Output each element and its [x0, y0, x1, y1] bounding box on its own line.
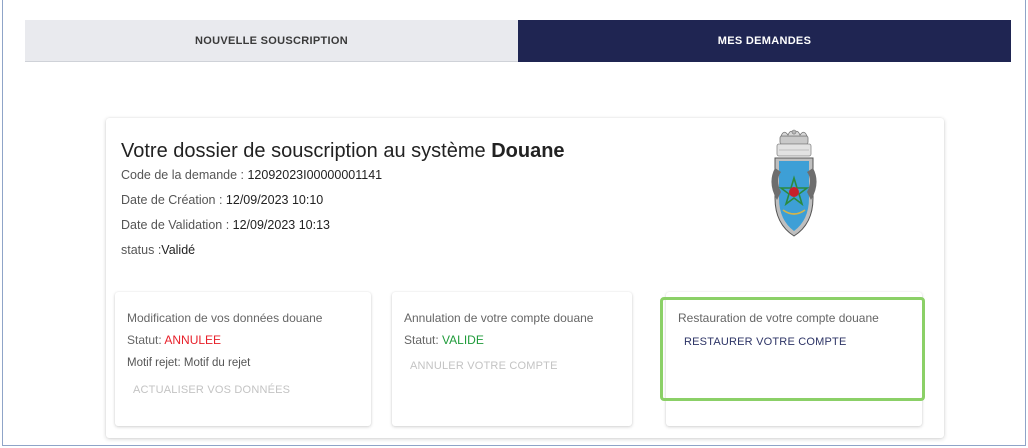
modification-reject-reason: Motif rejet: Motif du rejet	[127, 357, 250, 369]
modification-card-title: Modification de vos données douane	[127, 311, 323, 325]
status-line: status :Validé	[121, 243, 195, 257]
dossier-card: Votre dossier de souscription au système…	[106, 118, 944, 438]
status-value: Validé	[161, 243, 196, 257]
restoration-card: Restauration de votre compte douane REST…	[666, 292, 922, 426]
cancel-account-button[interactable]: ANNULER VOTRE COMPTE	[410, 360, 558, 372]
cancellation-status-label: Statut:	[404, 333, 443, 347]
validation-date-line: Date de Validation : 12/09/2023 10:13	[121, 218, 330, 232]
modification-status-value: ANNULEE	[164, 333, 222, 347]
dossier-title: Votre dossier de souscription au système…	[121, 140, 565, 163]
cancellation-status: Statut: VALIDE	[404, 333, 484, 347]
creation-date-line: Date de Création : 12/09/2023 10:10	[121, 193, 323, 207]
cancellation-status-value: VALIDE	[442, 333, 484, 347]
dossier-title-system: Douane	[491, 140, 565, 162]
request-code-line: Code de la demande : 12092023I0000000114…	[121, 168, 382, 182]
tab-bar: NOUVELLE SOUSCRIPTION MES DEMANDES	[25, 20, 1011, 62]
request-code-label: Code de la demande :	[121, 168, 248, 182]
status-label: status :	[121, 243, 162, 257]
validation-date-label: Date de Validation :	[121, 218, 233, 232]
update-data-button[interactable]: ACTUALISER VOS DONNÉES	[133, 384, 290, 396]
reject-reason-value: Motif du rejet	[183, 357, 251, 369]
validation-date-value: 12/09/2023 10:13	[232, 218, 330, 232]
dossier-title-prefix: Votre dossier de souscription au système	[121, 140, 486, 162]
tab-new-subscription[interactable]: NOUVELLE SOUSCRIPTION	[25, 20, 518, 62]
request-code-value: 12092023I00000001141	[247, 168, 383, 182]
modification-card: Modification de vos données douane Statu…	[115, 292, 371, 426]
restore-account-button[interactable]: RESTAURER VOTRE COMPTE	[684, 336, 847, 348]
cancellation-card: Annulation de votre compte douane Statut…	[392, 292, 632, 426]
cancellation-card-title: Annulation de votre compte douane	[404, 311, 594, 325]
customs-emblem-icon	[771, 129, 817, 237]
creation-date-value: 12/09/2023 10:10	[225, 193, 324, 207]
creation-date-label: Date de Création :	[121, 193, 226, 207]
modification-status: Statut: ANNULEE	[127, 333, 221, 347]
app-frame: NOUVELLE SOUSCRIPTION MES DEMANDES Votre…	[2, 0, 1026, 446]
modification-status-label: Statut:	[127, 333, 165, 347]
tab-my-requests[interactable]: MES DEMANDES	[518, 20, 1011, 62]
restoration-card-title: Restauration de votre compte douane	[678, 311, 879, 325]
reject-reason-label: Motif rejet:	[127, 357, 184, 369]
